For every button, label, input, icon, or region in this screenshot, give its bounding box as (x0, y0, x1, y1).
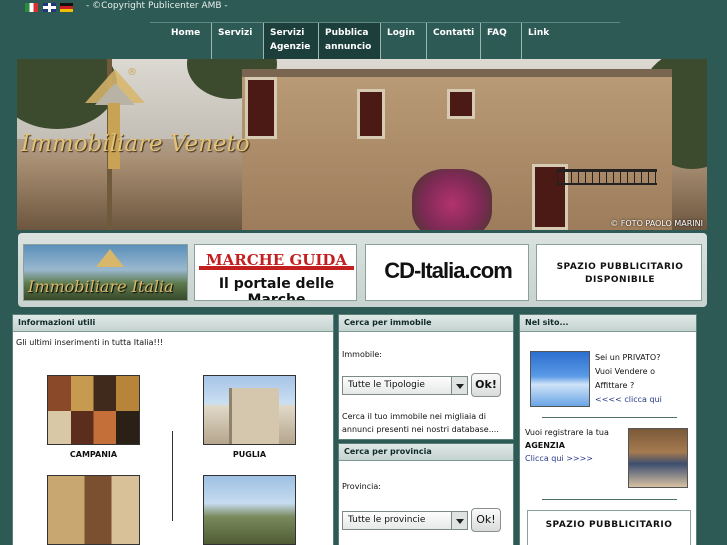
search-property-ok-button[interactable]: Ok! (471, 373, 501, 397)
nav-login[interactable]: Login (380, 23, 427, 60)
germany-flag-icon[interactable] (60, 3, 73, 12)
ad-spazio-pubblicitario[interactable]: SPAZIO PUBBLICITARIO DISPONIBILE (536, 244, 702, 301)
ad-immobiliare-italia[interactable]: Immobiliare Italia (23, 244, 188, 301)
banner-window (447, 89, 475, 119)
privato-link[interactable]: <<<< clicca qui (595, 393, 662, 407)
ad-subtitle: DISPONIBILE (584, 275, 656, 285)
ad-title: SPAZIO PUBBLICITARIO (556, 262, 684, 272)
divider (542, 499, 677, 500)
uk-flag-icon[interactable] (43, 3, 56, 12)
agenzia-line: Vuoi registrare la tua (525, 428, 609, 437)
top-bar: - ©Copyright Publicenter AMB - (0, 0, 727, 24)
house-roof-icon (96, 249, 124, 267)
puglia-thumbnail[interactable] (203, 375, 296, 445)
panel-header: Nel sito... (520, 315, 696, 332)
site-logo-text[interactable]: Immobiliare Veneto (21, 131, 250, 157)
banner-window (245, 77, 277, 139)
panel-header: Cerca per immobile (339, 315, 513, 332)
property-search-description: Cerca il tuo immobile nei migliaia di an… (342, 412, 499, 434)
ad-title: MARCHE GUIDA (199, 250, 354, 270)
search-province-ok-button[interactable]: Ok! (471, 508, 501, 532)
site-info-panel: Nel sito... Sei un PRIVATO? Vuoi Vendere… (519, 314, 697, 545)
nav-link[interactable]: Link (521, 23, 563, 60)
ad-subtitle: Il portale delle Marche (218, 276, 335, 301)
ad-marche-guida[interactable]: MARCHE GUIDA Il portale delle Marche (194, 244, 357, 301)
divider (172, 431, 173, 521)
privato-line: Affittare ? (595, 381, 635, 390)
select-value: Tutte le Tipologie (348, 380, 425, 390)
ad-spazio-pubblicitario[interactable]: SPAZIO PUBBLICITARIO (527, 510, 691, 545)
ad-title: CD-Italia.com (384, 258, 513, 283)
divider (542, 417, 677, 418)
banner-flowers (412, 169, 492, 230)
italy-flag-icon[interactable] (25, 3, 38, 12)
nav-home[interactable]: Home (165, 23, 212, 60)
ad-strip: Immobiliare Italia MARCHE GUIDA Il porta… (18, 233, 707, 307)
nav-servizi-agenzie[interactable]: Servizi Agenzie (263, 23, 319, 60)
banner-window (357, 89, 385, 139)
privato-text: Sei un PRIVATO? Vuoi Vendere o Affittare… (595, 351, 662, 407)
agenzia-text: Vuoi registrare la tua AGENZIA Clicca qu… (525, 426, 609, 465)
property-label: Immobile: (342, 350, 382, 359)
province-select[interactable]: Tutte le provincie (342, 511, 468, 530)
region-label-puglia[interactable]: PUGLIA (203, 450, 296, 459)
chevron-down-icon[interactable] (451, 512, 467, 529)
ad-title: Immobiliare Italia (28, 277, 174, 296)
agenzia-link[interactable]: Clicca qui >>>> (525, 452, 609, 465)
chevron-down-icon[interactable] (451, 377, 467, 394)
banner-balcony (557, 169, 657, 185)
region-label-campania[interactable]: CAMPANIA (47, 450, 140, 459)
privato-line: Vuoi Vendere o (595, 367, 655, 376)
info-intro: Gli ultimi inserimenti in tutta Italia!!… (16, 338, 164, 347)
province-label: Provincia: (342, 482, 381, 491)
agency-image[interactable] (628, 428, 688, 488)
search-province-panel: Cerca per provincia Provincia: Tutte le … (338, 443, 514, 545)
logo-roof-inner (95, 83, 135, 105)
nav-servizi[interactable]: Servizi (211, 23, 263, 60)
photo-credit: © FOTO PAOLO MARINI (610, 219, 703, 228)
copyright-text: - ©Copyright Publicenter AMB - (86, 1, 228, 11)
property-thumbnail[interactable] (47, 475, 140, 545)
property-thumbnail[interactable] (203, 475, 296, 545)
nav-contatti[interactable]: Contatti (426, 23, 480, 60)
nav-faq[interactable]: FAQ (480, 23, 522, 60)
sky-house-image[interactable] (530, 351, 590, 407)
agenzia-line: AGENZIA (525, 441, 565, 450)
nav-pubblica-annuncio[interactable]: Pubblica annuncio (318, 23, 380, 60)
campania-thumbnail[interactable] (47, 375, 140, 445)
privato-line: Sei un PRIVATO? (595, 353, 661, 362)
ad-title: SPAZIO PUBBLICITARIO (545, 520, 673, 530)
ad-cd-italia[interactable]: CD-Italia.com (365, 244, 529, 301)
registered-mark: ® (127, 67, 137, 78)
panel-header: Cerca per provincia (339, 444, 513, 461)
property-type-select[interactable]: Tutte le Tipologie (342, 376, 468, 395)
select-value: Tutte le provincie (348, 515, 426, 525)
header-banner: ® Immobiliare Veneto © FOTO PAOLO MARINI (17, 59, 707, 230)
panel-header: Informazioni utili (13, 315, 333, 332)
search-property-panel: Cerca per immobile Immobile: Tutte le Ti… (338, 314, 514, 440)
info-panel: Informazioni utili Gli ultimi inseriment… (12, 314, 334, 545)
